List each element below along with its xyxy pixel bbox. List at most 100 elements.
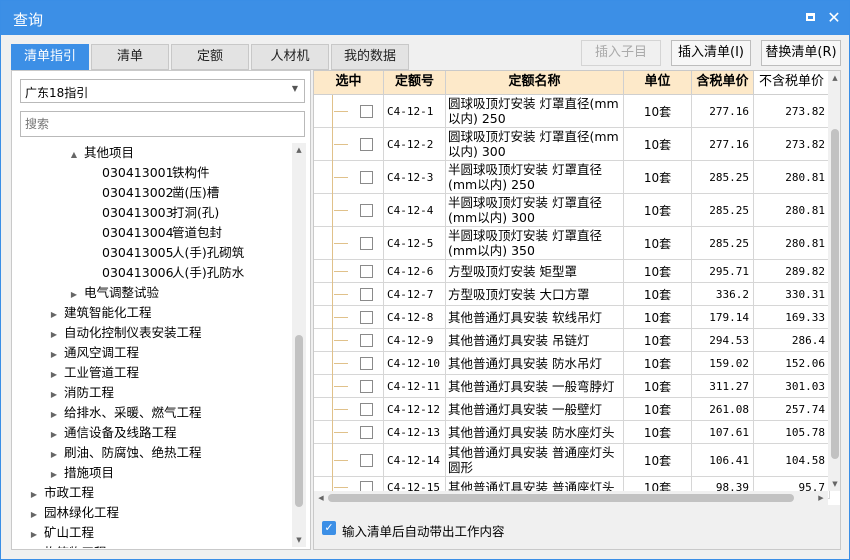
tree-item-code: 030413005 [102, 245, 174, 260]
tree-item-label: 市政工程 [43, 485, 94, 500]
row-checkbox[interactable] [360, 356, 373, 370]
collapsed-arrow-icon[interactable]: ▶ [48, 385, 60, 405]
tab-quota[interactable]: 定额 [171, 44, 249, 70]
row-checkbox[interactable] [360, 287, 373, 301]
collapsed-arrow-icon[interactable]: ▶ [28, 545, 40, 548]
collapsed-arrow-icon[interactable]: ▶ [48, 465, 60, 485]
cell-price-tax: 106.41 [692, 444, 754, 477]
scroll-thumb[interactable] [831, 129, 839, 459]
tree-item[interactable]: ▶ 通信设备及线路工程 [48, 423, 177, 443]
close-icon[interactable]: ✕ [825, 9, 843, 27]
tree-item-label: 凿(压)槽 [172, 185, 220, 200]
tab-materials[interactable]: 人材机 [251, 44, 329, 70]
collapsed-arrow-icon[interactable]: ▶ [48, 365, 60, 385]
cell-select [314, 161, 384, 194]
scroll-up-icon[interactable]: ▲ [828, 71, 840, 85]
query-dialog: 查询 ✕ 清单指引 清单 定额 人材机 我的数据 插入子目 插入清单(I) 替换… [0, 0, 850, 560]
tree-item[interactable]: ▲ 其他项目 [68, 143, 134, 163]
tree-item[interactable]: ▶ 矿山工程 [28, 523, 94, 543]
col-header-name: 定额名称 [446, 71, 624, 95]
scroll-thumb[interactable] [328, 494, 794, 502]
scroll-down-icon[interactable]: ▼ [292, 533, 306, 547]
tree-item-label: 管道包封 [172, 225, 223, 240]
table-vscrollbar[interactable]: ▲ ▼ [828, 71, 840, 491]
tree-item[interactable]: 030413003打洞(孔) [88, 203, 219, 223]
row-checkbox[interactable] [360, 170, 373, 184]
scroll-up-icon[interactable]: ▲ [292, 143, 306, 157]
cell-unit: 10套 [624, 352, 692, 375]
cell-code: C4-12-5 [384, 227, 446, 260]
tree-scrollbar[interactable]: ▲ ▼ [292, 143, 306, 547]
cell-price-notax: 273.82 [754, 95, 830, 128]
scroll-left-icon[interactable]: ◀ [314, 491, 328, 505]
cell-unit: 10套 [624, 398, 692, 421]
row-checkbox[interactable] [360, 379, 373, 393]
collapsed-arrow-icon[interactable]: ▶ [48, 425, 60, 445]
collapsed-arrow-icon[interactable]: ▶ [48, 345, 60, 365]
collapsed-arrow-icon[interactable]: ▶ [68, 285, 80, 305]
standard-select[interactable]: 广东18指引 ▼ [20, 79, 305, 103]
tree-item[interactable]: ▶ 市政工程 [28, 483, 94, 503]
tree-item-label: 措施项目 [63, 465, 114, 480]
tree-item[interactable]: ▶ 刷油、防腐蚀、绝热工程 [48, 443, 202, 463]
guide-panel: 广东18指引 ▼ ▲ 其他项目030413001铁构件030413002凿(压)… [11, 70, 311, 550]
quota-table-panel: 选中 定额号 定额名称 单位 含税单价 不含税单价 C4-12-1 圆球吸顶灯安装… [313, 70, 841, 550]
tab-my-data[interactable]: 我的数据 [331, 44, 409, 70]
cell-code: C4-12-3 [384, 161, 446, 194]
cell-select [314, 283, 384, 306]
tree-item[interactable]: ▶ 工业管道工程 [48, 363, 139, 383]
row-checkbox[interactable] [360, 453, 373, 467]
collapsed-arrow-icon[interactable]: ▶ [28, 505, 40, 525]
tree-item[interactable]: ▶ 给排水、采暖、燃气工程 [48, 403, 202, 423]
tab-list[interactable]: 清单 [91, 44, 169, 70]
auto-content-checkbox[interactable]: ✓ [322, 521, 336, 535]
tree-item[interactable]: ▶ 消防工程 [48, 383, 114, 403]
tree-item[interactable]: ▶ 园林绿化工程 [28, 503, 119, 523]
row-checkbox[interactable] [360, 104, 373, 118]
cell-unit: 10套 [624, 306, 692, 329]
collapsed-arrow-icon[interactable]: ▶ [48, 305, 60, 325]
row-checkbox[interactable] [360, 203, 373, 217]
collapsed-arrow-icon[interactable]: ▶ [48, 325, 60, 345]
cell-code: C4-12-14 [384, 444, 446, 477]
scroll-down-icon[interactable]: ▼ [828, 477, 840, 491]
tree-item[interactable]: 030413004管道包封 [88, 223, 222, 243]
maximize-icon[interactable] [801, 9, 819, 27]
row-checkbox[interactable] [360, 402, 373, 416]
tree-item[interactable]: 030413001铁构件 [88, 163, 210, 183]
row-checkbox[interactable] [360, 264, 373, 278]
row-checkbox[interactable] [360, 310, 373, 324]
cell-code: C4-12-1 [384, 95, 446, 128]
collapsed-arrow-icon[interactable]: ▶ [48, 405, 60, 425]
row-checkbox[interactable] [360, 425, 373, 439]
table-hscrollbar[interactable]: ◀ ▶ [314, 491, 828, 505]
cell-name: 其他普通灯具安装 一般壁灯 [446, 398, 624, 421]
scroll-right-icon[interactable]: ▶ [814, 491, 828, 505]
search-input[interactable] [20, 111, 305, 137]
row-checkbox[interactable] [360, 333, 373, 347]
cell-price-tax: 179.14 [692, 306, 754, 329]
tree-item[interactable]: ▶ 构筑物工程 [28, 543, 107, 548]
tree-item[interactable]: 030413002凿(压)槽 [88, 183, 219, 203]
tab-list-guide[interactable]: 清单指引 [11, 44, 89, 70]
replace-list-button[interactable]: 替换清单(R) [761, 40, 841, 66]
cell-unit: 10套 [624, 95, 692, 128]
scroll-thumb[interactable] [295, 335, 303, 507]
collapsed-arrow-icon[interactable]: ▶ [28, 485, 40, 505]
tree-item-label: 自动化控制仪表安装工程 [63, 325, 202, 340]
row-checkbox[interactable] [360, 137, 373, 151]
row-checkbox[interactable] [360, 236, 373, 250]
tree-item[interactable]: ▶ 建筑智能化工程 [48, 303, 152, 323]
expanded-arrow-icon[interactable]: ▲ [68, 145, 80, 165]
tree-item[interactable]: ▶ 通风空调工程 [48, 343, 139, 363]
collapsed-arrow-icon[interactable]: ▶ [28, 525, 40, 545]
insert-list-button[interactable]: 插入清单(I) [671, 40, 751, 66]
collapsed-arrow-icon[interactable]: ▶ [48, 445, 60, 465]
tree-item[interactable]: ▶ 自动化控制仪表安装工程 [48, 323, 202, 343]
standard-select-value: 广东18指引 [25, 86, 89, 100]
tree-item[interactable]: ▶ 电气调整试验 [68, 283, 159, 303]
tree-item[interactable]: 030413005人(手)孔砌筑 [88, 243, 244, 263]
tree-item[interactable]: 030413006人(手)孔防水 [88, 263, 244, 283]
insert-child-button[interactable]: 插入子目 [581, 40, 661, 66]
tree-item[interactable]: ▶ 措施项目 [48, 463, 114, 483]
